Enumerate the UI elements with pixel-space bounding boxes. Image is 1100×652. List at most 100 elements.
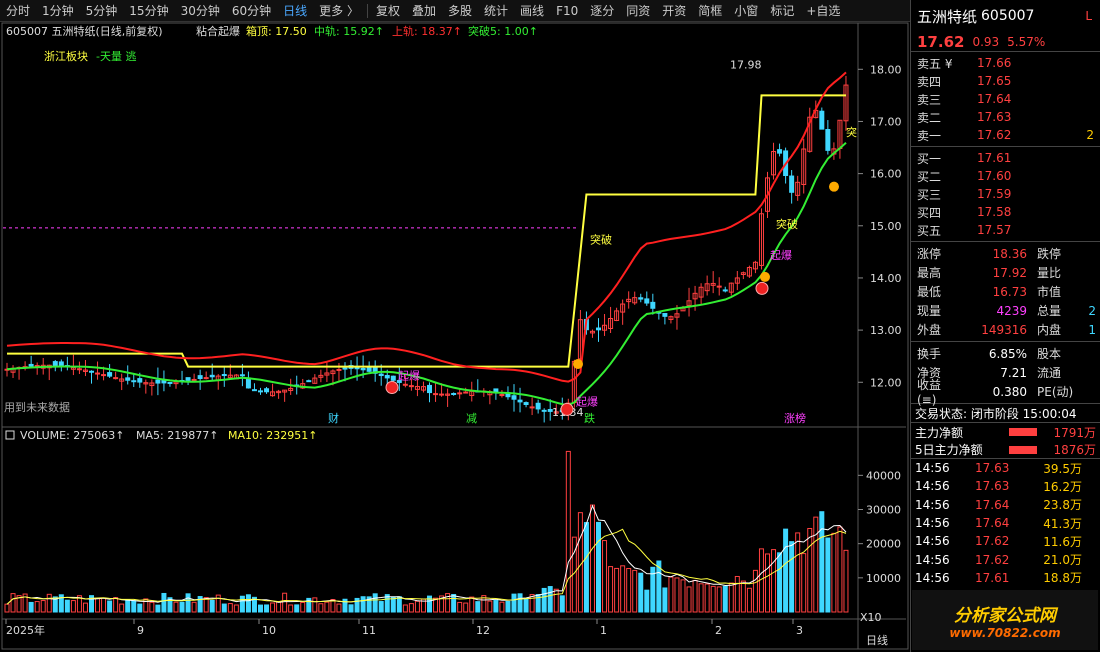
- tick-row: 14:56 17.62 11.6万: [911, 532, 1100, 550]
- candle-body: [107, 372, 113, 377]
- candle-body: [789, 175, 795, 193]
- candle-body: [408, 385, 414, 388]
- stat-value: 16.73: [992, 284, 1027, 299]
- toolbar-item-16[interactable]: 开资: [656, 0, 692, 22]
- price-tick-label: 12.00: [870, 376, 902, 389]
- asks-label: 卖二: [917, 110, 942, 125]
- volume-bar: [360, 596, 366, 613]
- asks-row[interactable]: 卖三 17.64: [911, 90, 1100, 108]
- price-tick-label: 14.00: [870, 272, 902, 285]
- toolbar-item-2[interactable]: 5分钟: [80, 0, 124, 22]
- bids-row[interactable]: 买三 17.59: [911, 185, 1100, 203]
- price-tick-label: 16.00: [870, 168, 902, 181]
- toolbar-item-9[interactable]: 叠加: [406, 0, 442, 22]
- toolbar-item-0[interactable]: 分时: [0, 0, 36, 22]
- volume-bar: [686, 586, 692, 613]
- toolbar-item-14[interactable]: 逐分: [584, 0, 620, 22]
- candle-body: [221, 374, 227, 377]
- logo-text: 分析家公式网: [954, 605, 1056, 626]
- stats1-row: 现量 4239 总量 2: [911, 301, 1100, 320]
- volume-bar: [668, 576, 674, 613]
- toolbar-item-1[interactable]: 1分钟: [36, 0, 80, 22]
- tick-time: 14:56: [915, 497, 950, 512]
- stats1-row: 最高 17.92 量比: [911, 263, 1100, 282]
- toolbar-item-19[interactable]: 标记: [764, 0, 800, 22]
- volume-bar: [233, 604, 239, 613]
- asks-row[interactable]: 卖五 ¥ 17.66: [911, 54, 1100, 72]
- volume-bar: [276, 601, 282, 613]
- volume-bar: [825, 537, 831, 613]
- toolbar-item-10[interactable]: 多股: [442, 0, 478, 22]
- tick-volume: 41.3万: [1043, 516, 1082, 531]
- candle-body: [28, 363, 34, 367]
- candle-body: [511, 395, 517, 400]
- toolbar-item-13[interactable]: F10: [550, 0, 584, 22]
- volume-bar: [396, 596, 402, 613]
- volume-bar: [680, 579, 686, 613]
- candle-body: [777, 149, 783, 154]
- stat-key: 最低: [917, 285, 942, 299]
- candle-body: [251, 389, 257, 392]
- volume-bar: [469, 596, 475, 613]
- volume-bar: [783, 528, 789, 613]
- volume-bar: [831, 532, 837, 613]
- volume-bar: [239, 595, 245, 613]
- flow5-bar: [1009, 445, 1037, 454]
- toolbar-item-6[interactable]: 日线: [277, 0, 313, 22]
- candle-body: [378, 373, 384, 377]
- bids-row[interactable]: 买一 17.61: [911, 149, 1100, 167]
- toolbar-item-18[interactable]: 小窗: [728, 0, 764, 22]
- volume-bar: [843, 549, 849, 613]
- volume-bar: [64, 599, 70, 613]
- candle-body: [113, 377, 119, 380]
- toolbar-item-3[interactable]: 15分钟: [123, 0, 174, 22]
- asks-row[interactable]: 卖一 17.62 2: [911, 126, 1100, 144]
- candle-body: [203, 377, 209, 380]
- toolbar-item-12[interactable]: 画线: [514, 0, 550, 22]
- toolbar-item-17[interactable]: 简框: [692, 0, 728, 22]
- l-mark[interactable]: L: [1085, 9, 1092, 23]
- volume-bar: [258, 604, 263, 613]
- volume-bar: [209, 599, 215, 613]
- candle-body: [366, 366, 372, 372]
- volume-bar: [583, 522, 589, 613]
- toolbar-item-7[interactable]: 更多 〉: [313, 0, 365, 22]
- toolbar-item-20[interactable]: +自选: [800, 0, 846, 22]
- chart-svg[interactable]: 605007 五洲特纸(日线,前复权) 粘合起爆 箱顶: 17.50 中轨: 15.9…: [0, 22, 910, 652]
- toolbar-separator: [366, 3, 368, 18]
- toolbar-item-4[interactable]: 30分钟: [175, 0, 226, 22]
- toolbar-item-11[interactable]: 统计: [478, 0, 514, 22]
- kline-chart[interactable]: 605007 五洲特纸(日线,前复权) 粘合起爆 箱顶: 17.50 中轨: 15.9…: [0, 22, 910, 652]
- tick-price: 17.62: [975, 534, 1010, 549]
- volume-bar: [372, 593, 378, 613]
- volume-bar: [722, 585, 728, 613]
- volume-toggle-icon: [5, 430, 15, 440]
- stat-key-2: 股本: [1037, 347, 1062, 361]
- last-quote: 17.62 0.93 5.57%: [911, 32, 1100, 52]
- candle-body: [258, 390, 263, 393]
- tick-price: 17.63: [975, 461, 1010, 476]
- stats1-row: 涨停 18.36 跌停: [911, 244, 1100, 263]
- volume-bar: [716, 586, 722, 613]
- price-tick-label: 15.00: [870, 220, 902, 233]
- event-tag: 减: [466, 412, 477, 425]
- future-data-note: 用到未来数据: [4, 400, 70, 414]
- toolbar-item-5[interactable]: 60分钟: [226, 0, 277, 22]
- toolbar-item-15[interactable]: 同资: [620, 0, 656, 22]
- asks-row[interactable]: 卖四 17.65: [911, 72, 1100, 90]
- tick-list[interactable]: 14:56 17.63 39.5万 14:56 17.63 16.2万 14:56 17.64…: [911, 459, 1100, 587]
- stock-title: 五洲特纸 605007 L: [911, 0, 1100, 32]
- bids-row[interactable]: 买四 17.58: [911, 203, 1100, 221]
- candle-body: [535, 402, 541, 410]
- bids-row[interactable]: 买二 17.60: [911, 167, 1100, 185]
- toolbar-item-8[interactable]: 复权: [370, 0, 406, 22]
- price-tick-label: 13.00: [870, 324, 902, 337]
- candle-body: [58, 361, 64, 367]
- date-tick-label: 3: [796, 624, 803, 637]
- volume-bar: [131, 600, 137, 613]
- sector-tags: -天量 逃: [96, 50, 136, 63]
- ignite-ball-icon: [560, 402, 574, 416]
- bids-row[interactable]: 买五 17.57: [911, 221, 1100, 239]
- asks-row[interactable]: 卖二 17.63: [911, 108, 1100, 126]
- volume-bar: [408, 603, 414, 613]
